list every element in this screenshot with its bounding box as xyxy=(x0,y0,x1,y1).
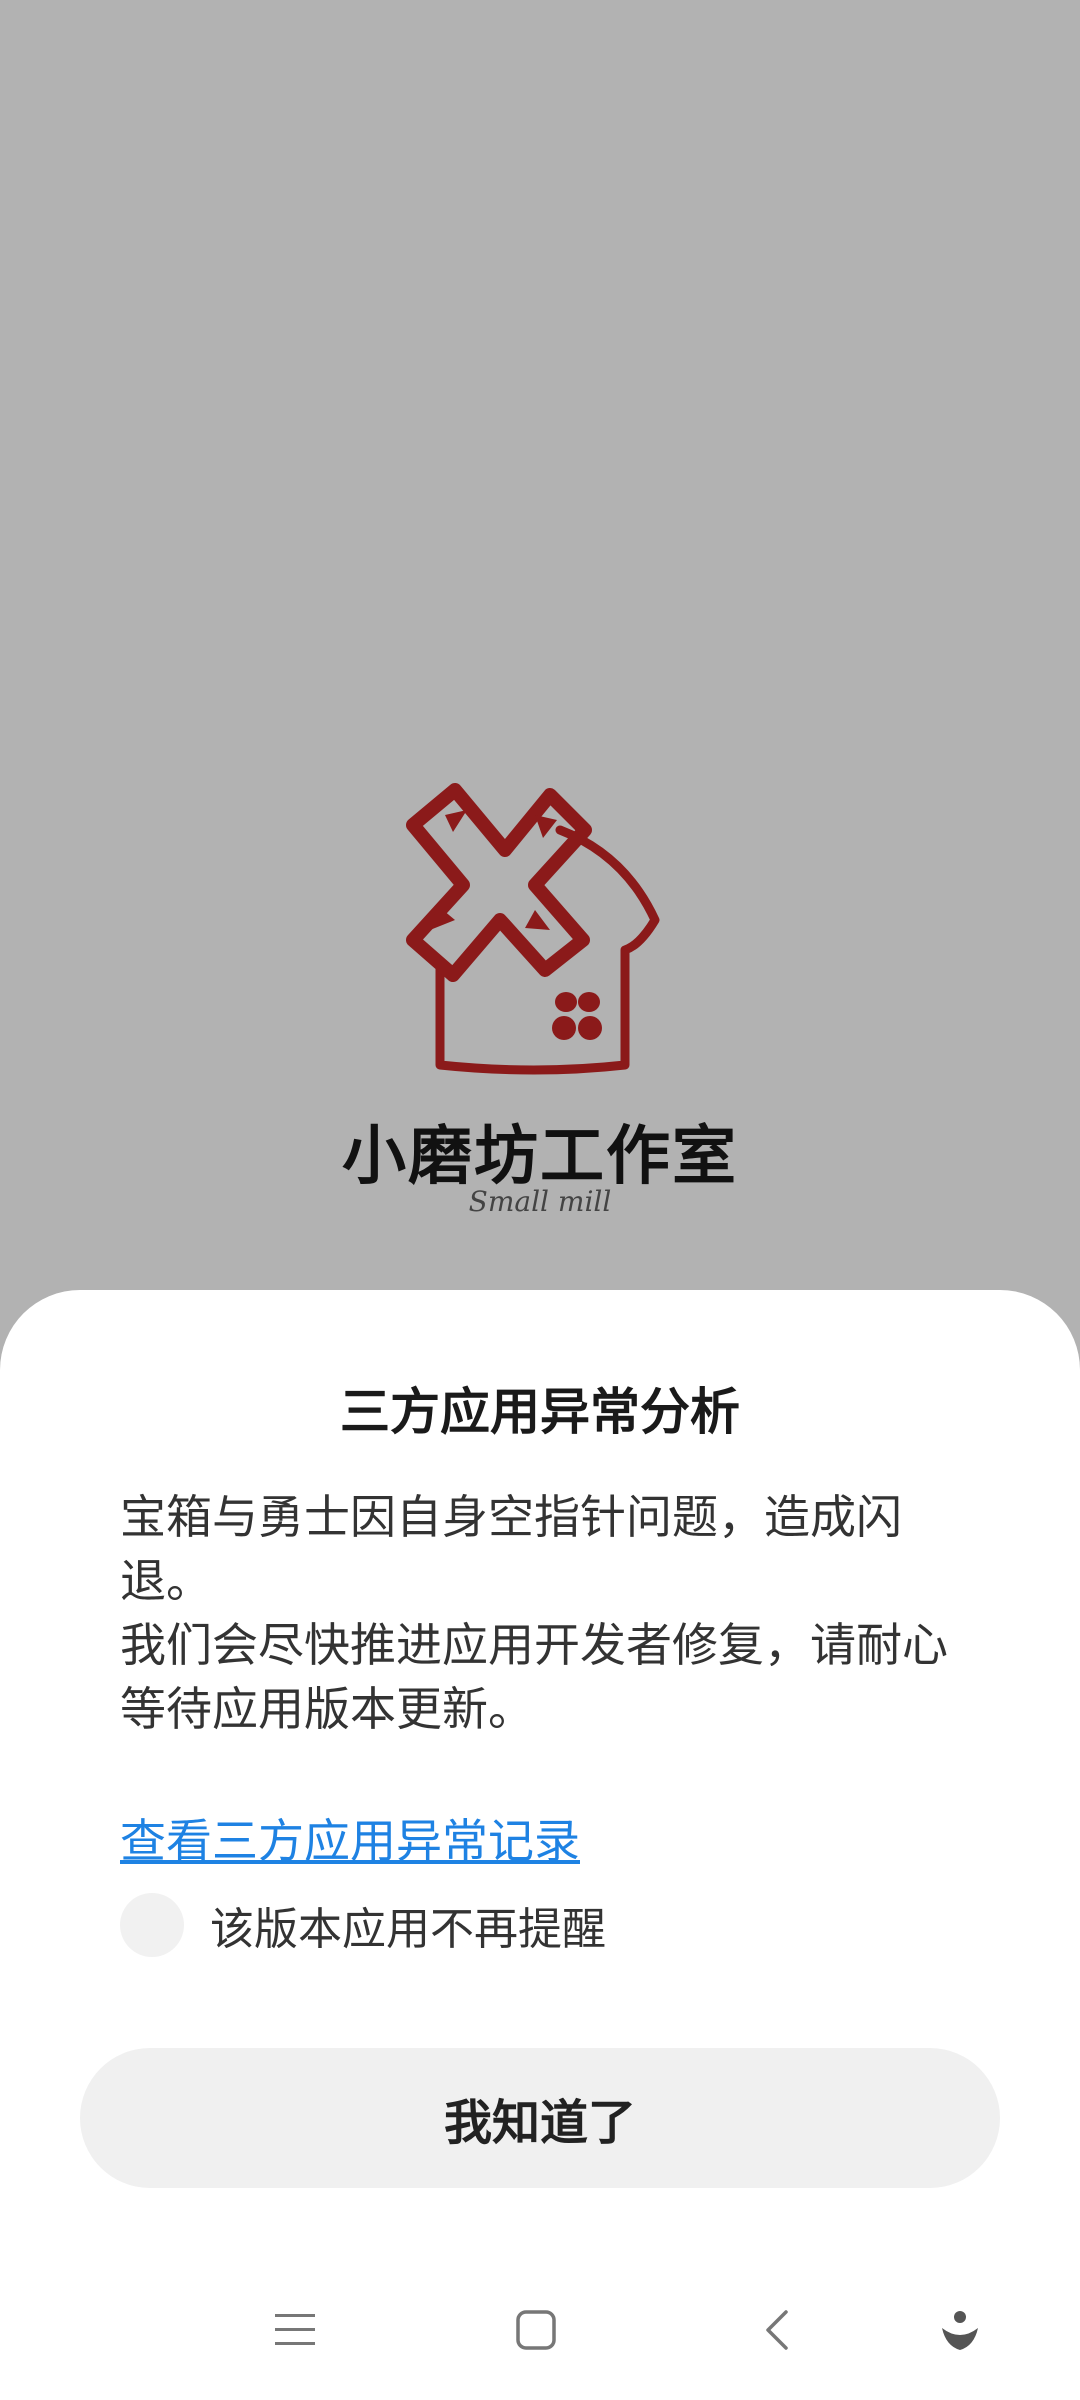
back-button[interactable] xyxy=(738,2290,818,2370)
system-navigation-bar xyxy=(0,2270,1080,2400)
ok-button[interactable]: 我知道了 xyxy=(80,2048,1000,2188)
menu-button[interactable] xyxy=(255,2290,335,2370)
windmill-logo-icon xyxy=(406,783,660,1075)
dont-remind-checkbox[interactable] xyxy=(120,1893,184,1957)
home-square-icon xyxy=(516,2310,556,2350)
assistant-icon xyxy=(942,2311,978,2350)
dialog-title: 三方应用异常分析 xyxy=(340,1383,740,1441)
view-crash-records-link[interactable]: 查看三方应用异常记录 xyxy=(120,1805,580,1871)
menu-icon xyxy=(275,2314,315,2345)
brand-subtitle: Small mill xyxy=(468,1185,612,1218)
assistant-button[interactable] xyxy=(920,2290,1000,2370)
dialog-message: 宝箱与勇士因自身空指针问题，造成闪退。 我们会尽快推进应用开发者修复，请耐心等待… xyxy=(120,1490,948,1736)
dont-remind-label: 该版本应用不再提醒 xyxy=(210,1904,606,1955)
crash-analysis-dialog: 三方应用异常分析 宝箱与勇士因自身空指针问题，造成闪退。 我们会尽快推进应用开发… xyxy=(0,1290,1080,2400)
back-chevron-icon xyxy=(766,2310,788,2350)
splash-screen: 小磨坊工作室 Small mill xyxy=(0,0,1080,1290)
home-button[interactable] xyxy=(496,2290,576,2370)
brand-title: 小磨坊工作室 xyxy=(342,1120,738,1194)
dont-remind-checkbox-row[interactable]: 该版本应用不再提醒 xyxy=(120,1890,606,1960)
